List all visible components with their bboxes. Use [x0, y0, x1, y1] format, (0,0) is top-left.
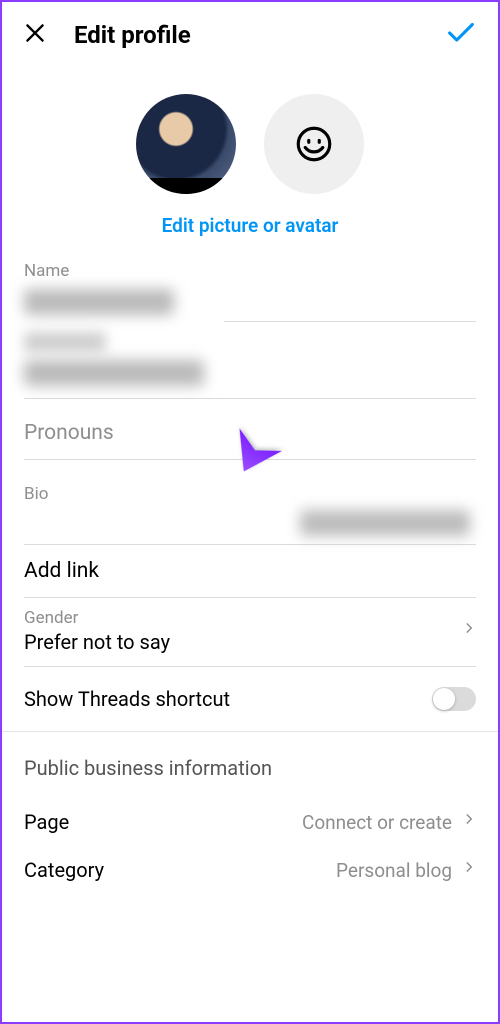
gender-row[interactable]: Gender Prefer not to say	[24, 598, 476, 666]
category-label: Category	[24, 858, 104, 882]
edit-picture-link[interactable]: Edit picture or avatar	[2, 214, 498, 237]
name-label: Name	[24, 261, 476, 281]
threads-toggle[interactable]	[432, 687, 476, 711]
gender-value: Prefer not to say	[24, 630, 170, 654]
avatar-face-icon	[293, 123, 335, 165]
close-icon[interactable]	[22, 20, 48, 50]
add-link-row[interactable]: Add link	[24, 545, 476, 597]
category-row[interactable]: Category Personal blog	[24, 850, 476, 898]
chevron-right-icon	[462, 808, 476, 836]
avatar-placeholder[interactable]	[264, 94, 364, 194]
page-row[interactable]: Page Connect or create	[24, 794, 476, 850]
page-value: Connect or create	[302, 811, 452, 834]
add-link-label: Add link	[24, 559, 99, 583]
public-business-header: Public business information	[24, 732, 476, 794]
chevron-right-icon	[462, 856, 476, 884]
gender-label: Gender	[24, 608, 170, 628]
page-label: Page	[24, 810, 69, 834]
category-value: Personal blog	[336, 859, 452, 882]
profile-picture[interactable]	[136, 94, 236, 194]
name-field[interactable]	[24, 285, 476, 319]
threads-shortcut-row: Show Threads shortcut	[24, 667, 476, 731]
chevron-right-icon	[462, 617, 476, 645]
confirm-icon[interactable]	[444, 16, 478, 54]
page-title: Edit profile	[74, 21, 191, 49]
threads-label: Show Threads shortcut	[24, 687, 230, 711]
bio-field[interactable]	[24, 510, 476, 536]
bio-label: Bio	[24, 484, 476, 504]
